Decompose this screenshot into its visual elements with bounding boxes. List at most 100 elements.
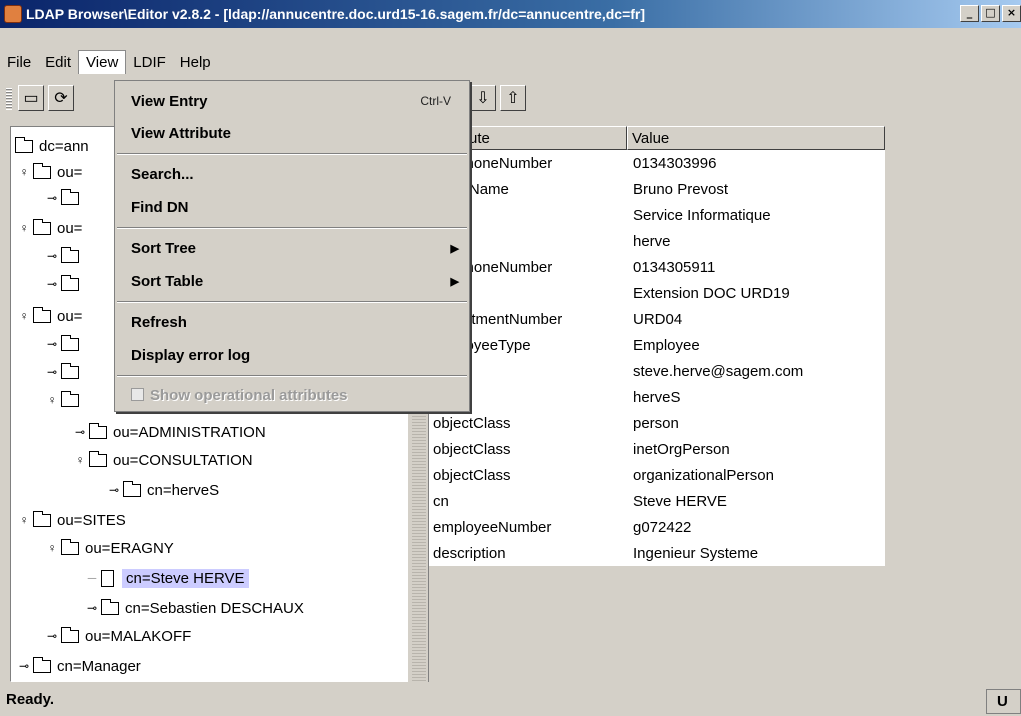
status-bar: Ready. U [0,687,1021,716]
folder-icon [61,626,79,643]
menu-separator [117,375,467,377]
tree-node[interactable]: ⊸ cn=herveS [105,477,219,503]
tree-node[interactable]: ⊸ [43,185,85,211]
menu-item-sort-table[interactable]: Sort Table ▶ [115,265,469,297]
expander-icon[interactable]: ⊸ [71,425,89,439]
tree-node[interactable]: ⊸ [43,331,85,357]
tree-node[interactable]: dc=ann [15,133,89,159]
title-bar: LDAP Browser\Editor v2.8.2 - [ldap://ann… [0,0,1021,28]
tree-node[interactable]: ♀ ou= [15,215,82,241]
status-text: Ready. [6,691,55,708]
menu-item-view-entry[interactable]: View Entry Ctrl-V [115,85,469,117]
tree-node[interactable]: ⊸ [43,243,85,269]
table-row[interactable]: employeeNumber g072422 [429,514,885,540]
folder-icon [101,598,119,615]
table-row[interactable]: Service Informatique [429,202,885,228]
window-controls: _ □ × [960,5,1021,22]
tree-node[interactable]: ⊸ ou=ADMINISTRATION [71,419,266,445]
app-icon [4,5,22,23]
tree-node[interactable]: ♀ [43,387,85,413]
folder-icon [33,218,51,235]
table-row[interactable]: objectClass organizationalPerson [429,462,885,488]
folder-icon [33,656,51,673]
menu-edit[interactable]: Edit [38,51,78,74]
tree-node[interactable]: ⊸ cn=Sebastien DESCHAUX [83,595,304,621]
tree-node[interactable]: ⊸ ou=MALAKOFF [43,623,191,649]
menu-help[interactable]: Help [173,51,218,74]
folder-icon [61,274,79,291]
selected-entry: cn=Steve HERVE [122,568,249,588]
table-row[interactable]: herve [429,228,885,254]
table-row[interactable]: departmentNumber URD04 [429,306,885,332]
menu-file[interactable]: File [0,51,38,74]
column-header-value[interactable]: Value [627,126,885,150]
document-icon [101,569,114,587]
tree-node[interactable]: ♀ ou=ERAGNY [43,535,174,561]
tree-node[interactable]: ♀ ou=SITES [15,507,126,533]
table-row[interactable]: telephoneNumber 0134305911 [429,254,885,280]
folder-icon [33,306,51,323]
expander-icon[interactable]: ♀ [15,309,33,323]
export-icon[interactable]: ⇧ [500,85,526,111]
tree-node[interactable]: ⊸ [43,359,85,385]
tree-node[interactable]: ⊸ cn=Manager [15,653,141,679]
menu-item-refresh[interactable]: Refresh [115,306,469,338]
toolbar-grip-icon[interactable] [6,88,12,110]
table-row[interactable]: Extension DOC URD19 [429,280,885,306]
expander-icon[interactable]: ♀ [15,165,33,179]
maximize-icon[interactable]: □ [981,5,1000,22]
menu-item-sort-tree[interactable]: Sort Tree ▶ [115,232,469,264]
submenu-arrow-icon: ▶ [450,242,459,255]
folder-icon [61,390,79,407]
import-icon[interactable]: ⇩ [470,85,496,111]
tree-node[interactable]: ♀ ou=CONSULTATION [71,447,253,473]
close-icon[interactable]: × [1002,5,1021,22]
refresh-icon[interactable]: ⟳ [48,85,74,111]
expander-icon[interactable]: ⊸ [43,277,61,291]
folder-icon [89,450,107,467]
status-indicator: U [986,689,1021,714]
table-row[interactable]: description Ingenieur Systeme [429,540,885,566]
expander-icon[interactable]: ⊸ [43,249,61,263]
expander-icon[interactable]: ⊸ [43,191,61,205]
table-row[interactable]: telephoneNumber 0134303996 [429,150,885,176]
expander-icon[interactable]: ⊸ [43,629,61,643]
expander-icon[interactable]: ♀ [15,513,33,527]
expander-icon[interactable]: ⊸ [43,337,61,351]
menu-view[interactable]: View [78,50,127,74]
folder-icon [61,538,79,555]
expander-icon[interactable]: ♀ [71,453,89,467]
menu-item-search[interactable]: Search... [115,158,469,190]
minimize-icon[interactable]: _ [960,5,979,22]
expander-icon[interactable]: ♀ [15,221,33,235]
table-row[interactable]: givenName Bruno Prevost [429,176,885,202]
expander-icon[interactable]: ⊸ [15,659,33,673]
tree-node[interactable]: ♀ ou= [15,159,82,185]
view-menu-dropdown: View Entry Ctrl-V View Attribute Search.… [114,80,470,412]
folder-icon [61,188,79,205]
menu-ldif[interactable]: LDIF [126,51,173,74]
folder-icon [33,162,51,179]
table-row[interactable]: cn Steve HERVE [429,488,885,514]
table-row[interactable]: objectClass person [429,410,885,436]
tree-line-icon: ─ [87,571,97,585]
tree-node[interactable]: ─ cn=Steve HERVE [83,565,249,591]
menu-item-view-attribute[interactable]: View Attribute [115,117,469,149]
tree-node[interactable]: ⊸ [43,271,85,297]
table-row[interactable]: employeeType Employee [429,332,885,358]
menu-item-display-error-log[interactable]: Display error log [115,339,469,371]
expander-icon[interactable]: ⊸ [105,483,123,497]
shortcut-label: Ctrl-V [420,94,451,108]
connect-icon[interactable]: ▭ [18,85,44,111]
expander-icon[interactable]: ⊸ [83,601,101,615]
table-row[interactable]: steve.herve@sagem.com [429,358,885,384]
expander-icon[interactable]: ♀ [43,393,61,407]
expander-icon[interactable]: ♀ [43,541,61,555]
table-row[interactable]: herveS [429,384,885,410]
menu-item-find-dn[interactable]: Find DN [115,191,469,223]
table-row[interactable]: objectClass inetOrgPerson [429,436,885,462]
tree-node[interactable]: ♀ ou= [15,303,82,329]
folder-icon [61,362,79,379]
folder-icon [123,480,141,497]
expander-icon[interactable]: ⊸ [43,365,61,379]
